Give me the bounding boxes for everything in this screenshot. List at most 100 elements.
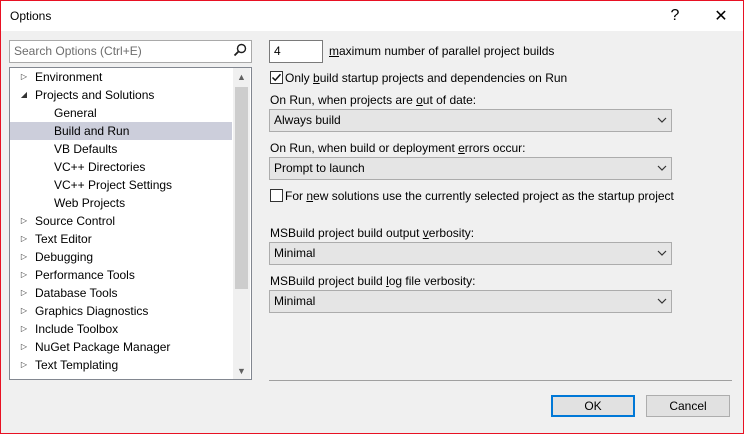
tree-item-performance-tools[interactable]: ▷ Performance Tools [10, 266, 232, 284]
tree-item-label: Projects and Solutions [35, 88, 155, 102]
out-of-date-label: On Run, when projects are out of date: [270, 93, 476, 107]
label-text: ew solutions use the currently selected … [313, 189, 674, 203]
parallel-builds-label: maximum number of parallel project build… [329, 44, 554, 58]
tree-item-database-tools[interactable]: ▷ Database Tools [10, 284, 232, 302]
tree-item-label: Source Control [35, 214, 116, 228]
log-verbosity-label: MSBuild project build log file verbosity… [270, 274, 475, 288]
mnemonic: e [458, 141, 465, 155]
search-icon[interactable] [233, 43, 247, 57]
new-solutions-label[interactable]: For new solutions use the currently sele… [285, 189, 674, 203]
output-verbosity-label: MSBuild project build output verbosity: [270, 226, 474, 240]
tree-item-label: Build and Run [54, 124, 130, 138]
build-errors-label: On Run, when build or deployment errors … [270, 141, 525, 155]
expand-arrow-icon[interactable]: ▷ [19, 212, 29, 230]
expand-arrow-icon[interactable]: ▷ [19, 284, 29, 302]
search-options-box [9, 40, 252, 63]
parallel-builds-input[interactable] [270, 41, 320, 60]
tree-item-label: General [54, 106, 97, 120]
tree-item-vb-defaults[interactable]: VB Defaults [10, 140, 232, 158]
tree-item-general[interactable]: General [10, 104, 232, 122]
tree-scrollbar[interactable]: ▲ ▼ [233, 68, 250, 379]
out-of-date-dropdown[interactable]: Always build [269, 109, 672, 132]
help-button[interactable]: ? [652, 1, 698, 31]
tree-item-text-editor[interactable]: ▷ Text Editor [10, 230, 232, 248]
label-text: On Run, when projects are [270, 93, 417, 107]
mnemonic: m [329, 44, 339, 58]
tree-item-label: VC++ Directories [54, 160, 146, 174]
label-text: og file verbosity: [388, 274, 476, 288]
chevron-down-icon [657, 298, 667, 304]
tree-item-label: Graphics Diagnostics [35, 304, 149, 318]
footer-divider [269, 380, 732, 381]
label-text: rrors occur: [464, 141, 526, 155]
parallel-builds-field [269, 40, 323, 63]
ok-button[interactable]: OK [551, 395, 635, 417]
log-verbosity-dropdown[interactable]: Minimal [269, 290, 672, 313]
dropdown-value: Prompt to launch [274, 161, 365, 175]
title-bar: Options ? ✕ [1, 1, 743, 31]
tree-item-label: VB Defaults [54, 142, 118, 156]
output-verbosity-dropdown[interactable]: Minimal [269, 242, 672, 265]
cancel-button[interactable]: Cancel [646, 395, 730, 417]
tree-item-label: NuGet Package Manager [35, 340, 171, 354]
options-dialog: Options ? ✕ ▷ Environment ◢ Projects and… [0, 0, 744, 434]
expand-arrow-icon[interactable]: ▷ [19, 248, 29, 266]
dropdown-value: Minimal [274, 246, 316, 260]
tree-item-text-templating[interactable]: ▷ Text Templating [10, 356, 232, 374]
tree-item-source-control[interactable]: ▷ Source Control [10, 212, 232, 230]
tree-item-debugging[interactable]: ▷ Debugging [10, 248, 232, 266]
expand-arrow-icon[interactable]: ▷ [19, 68, 29, 86]
label-text: erbosity: [428, 226, 475, 240]
tree-item-nuget-package-manager[interactable]: ▷ NuGet Package Manager [10, 338, 232, 356]
tree-item-web-projects[interactable]: Web Projects [10, 194, 232, 212]
search-input[interactable] [10, 41, 224, 60]
label-text: Only [285, 71, 314, 85]
build-errors-dropdown[interactable]: Prompt to launch [269, 157, 672, 180]
tree-item-vc-directories[interactable]: VC++ Directories [10, 158, 232, 176]
expand-arrow-icon[interactable]: ▷ [19, 356, 29, 374]
tree-item-include-toolbox[interactable]: ▷ Include Toolbox [10, 320, 232, 338]
tree-item-label: Web Projects [54, 196, 126, 210]
expand-arrow-icon[interactable]: ▷ [19, 320, 29, 338]
window-title: Options [10, 9, 52, 23]
label-text: On Run, when build or deployment [270, 141, 459, 155]
scrollbar-thumb[interactable] [235, 87, 248, 289]
tree-item-label: Environment [35, 70, 103, 84]
mnemonic: o [416, 93, 423, 107]
expand-arrow-icon[interactable]: ▷ [19, 230, 29, 248]
only-build-startup-label[interactable]: Only build startup projects and dependen… [285, 71, 567, 85]
chevron-down-icon [657, 117, 667, 123]
label-text: uild startup projects and dependencies o… [319, 71, 568, 85]
chevron-down-icon [657, 165, 667, 171]
close-button[interactable]: ✕ [698, 1, 744, 31]
label-text: aximum number of parallel project builds [339, 44, 555, 58]
expand-arrow-icon[interactable]: ▷ [19, 302, 29, 320]
label-text: For [285, 189, 307, 203]
tree-item-graphics-diagnostics[interactable]: ▷ Graphics Diagnostics [10, 302, 232, 320]
checkmark-icon [271, 73, 282, 82]
scroll-up-arrow-icon[interactable]: ▲ [233, 68, 250, 85]
tree-item-environment[interactable]: ▷ Environment [10, 68, 232, 86]
dropdown-value: Minimal [274, 294, 316, 308]
tree-item-build-and-run[interactable]: Build and Run [10, 122, 232, 140]
tree-item-label: VC++ Project Settings [54, 178, 173, 192]
tree-item-vc-project-settings[interactable]: VC++ Project Settings [10, 176, 232, 194]
chevron-down-icon [657, 250, 667, 256]
only-build-startup-checkbox[interactable] [270, 71, 283, 84]
options-tree: ▷ Environment ◢ Projects and Solutions G… [9, 67, 252, 380]
scroll-down-arrow-icon[interactable]: ▼ [233, 362, 250, 379]
tree-item-projects-and-solutions[interactable]: ◢ Projects and Solutions [10, 86, 232, 104]
tree-item-label: Database Tools [35, 286, 118, 300]
expand-arrow-icon[interactable]: ▷ [19, 266, 29, 284]
tree-item-label: Performance Tools [35, 268, 135, 282]
tree-item-label: Debugging [35, 250, 94, 264]
collapse-arrow-icon[interactable]: ◢ [19, 86, 29, 104]
label-text: MSBuild project build [270, 274, 387, 288]
label-text: ut of date: [422, 93, 477, 107]
tree-item-label: Text Editor [35, 232, 92, 246]
mnemonic: b [313, 71, 320, 85]
expand-arrow-icon[interactable]: ▷ [19, 338, 29, 356]
dropdown-value: Always build [274, 113, 341, 127]
tree-item-label: Include Toolbox [35, 322, 119, 336]
new-solutions-checkbox[interactable] [270, 189, 283, 202]
